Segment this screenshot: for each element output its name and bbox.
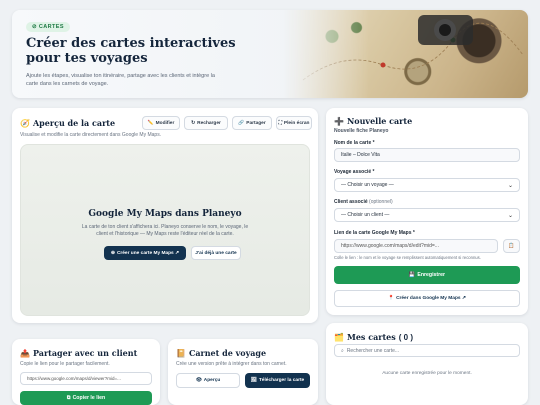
compass-icon: 🧭: [20, 118, 30, 128]
page-title: Créer des cartes interactives pour tes v…: [26, 36, 236, 66]
pencil-icon: ✏️: [147, 120, 154, 126]
save-button[interactable]: 💾 Enregistrer: [334, 266, 520, 284]
hero-image: [283, 10, 528, 98]
download-icon: 🖼: [250, 378, 257, 383]
eye-icon: 👁: [195, 378, 202, 383]
share-title: Partager avec un client: [32, 348, 138, 358]
create-mymaps-button[interactable]: ⊕ Créer une carte My Maps ↗: [104, 246, 186, 260]
client-select[interactable]: — Choisir un client — ⌄: [334, 208, 520, 222]
link-label: Lien de la carte Google My Maps *: [334, 230, 415, 236]
map-placeholder-title: Google My Maps dans Planeyo: [88, 209, 242, 219]
link-icon: 🔗: [238, 120, 245, 126]
new-map-subtitle: Nouvelle fiche Planeyo: [334, 128, 389, 134]
folder-icon: 🗂️: [334, 332, 344, 342]
search-input[interactable]: ⌕ Rechercher une carte...: [334, 344, 520, 357]
share-subtitle: Copie le lien pour le partager facilemen…: [20, 361, 110, 367]
share-panel: 📤 Partager avec un client Copie le lien …: [12, 339, 160, 405]
create-in-mymaps-button[interactable]: 📍 Créer dans Google My Maps ↗: [334, 290, 520, 307]
preview-subtitle: Visualise et modifie la carte directemen…: [20, 132, 162, 138]
empty-state: Aucune carte enregistrée pour le moment.: [382, 371, 472, 376]
page-subtitle: Ajoute les étapes, visualise ton itinéra…: [26, 73, 215, 87]
plus-icon: ➕: [334, 116, 344, 126]
copy-icon: ⧉: [66, 394, 71, 401]
existing-map-button[interactable]: J'ai déjà une carte: [191, 246, 241, 260]
map-link-input[interactable]: https://www.google.com/maps/d/edit?mid=.…: [334, 239, 498, 253]
chevron-down-icon: ⌄: [507, 182, 513, 189]
copy-link-button[interactable]: ⧉ Copier le lien: [20, 391, 152, 405]
edit-button[interactable]: ✏️ Modifier: [142, 116, 180, 130]
new-map-panel: ➕ Nouvelle carte Nouvelle fiche Planeyo …: [326, 108, 528, 315]
preview-title: Aperçu de la carte: [32, 118, 116, 128]
hero-banner: ⊘ CARTES Créer des cartes interactives p…: [12, 10, 528, 98]
chevron-down-icon: ⌄: [507, 212, 513, 219]
map-preview-panel: 🧭 Aperçu de la carte Visualise et modifi…: [12, 108, 318, 323]
my-maps-title: Mes cartes: [346, 332, 396, 342]
travel-book-subtitle: Crée une version prête à intégrer dans t…: [176, 361, 287, 367]
link-hint: Colle le lien : le nom et le voyage se r…: [334, 255, 481, 260]
search-icon: ⌕: [341, 347, 344, 354]
travel-book-panel: 📔 Carnet de voyage Crée une version prêt…: [168, 339, 318, 405]
trip-select[interactable]: — Choisir un voyage — ⌄: [334, 178, 520, 192]
map-embed-area[interactable]: Google My Maps dans Planeyo La carte de …: [20, 144, 310, 316]
paste-button[interactable]: 📋: [503, 239, 520, 253]
pin-icon: 📍: [388, 296, 395, 301]
clipboard-icon: 📋: [508, 243, 515, 249]
plus-icon: ⊕: [110, 250, 115, 256]
preview-button[interactable]: 👁 Aperçu: [176, 373, 240, 388]
my-maps-panel: 🗂️ Mes cartes ( 0 ) ⌕ Rechercher une car…: [326, 323, 528, 405]
save-icon: 💾: [408, 272, 416, 278]
name-label: Nom de la carte *: [334, 140, 375, 146]
reload-button[interactable]: ↻ Recharger: [184, 116, 228, 130]
share-icon: 📤: [20, 348, 30, 358]
book-icon: 📔: [176, 348, 186, 358]
travel-book-title: Carnet de voyage: [188, 348, 267, 358]
map-count: ( 0 ): [398, 332, 413, 342]
map-placeholder-description: La carte de ton client s'affichera ici. …: [81, 224, 249, 237]
fullscreen-button[interactable]: ⛶ Plein écran: [276, 116, 312, 130]
share-button[interactable]: 🔗 Partager: [232, 116, 272, 130]
section-badge: ⊘ CARTES: [26, 22, 70, 32]
map-name-input[interactable]: Italie – Dolce Vita: [334, 148, 520, 162]
new-map-title: Nouvelle carte: [346, 116, 413, 126]
trip-label: Voyage associé *: [334, 169, 375, 175]
download-map-button[interactable]: 🖼 Télécharger la carte: [245, 373, 310, 388]
fullscreen-icon: ⛶: [278, 121, 282, 126]
share-link-input[interactable]: https://www.google.com/maps/d/viewer?mid…: [20, 372, 152, 385]
client-label: Client associé (optionnel): [334, 199, 393, 205]
refresh-icon: ↻: [191, 120, 196, 126]
